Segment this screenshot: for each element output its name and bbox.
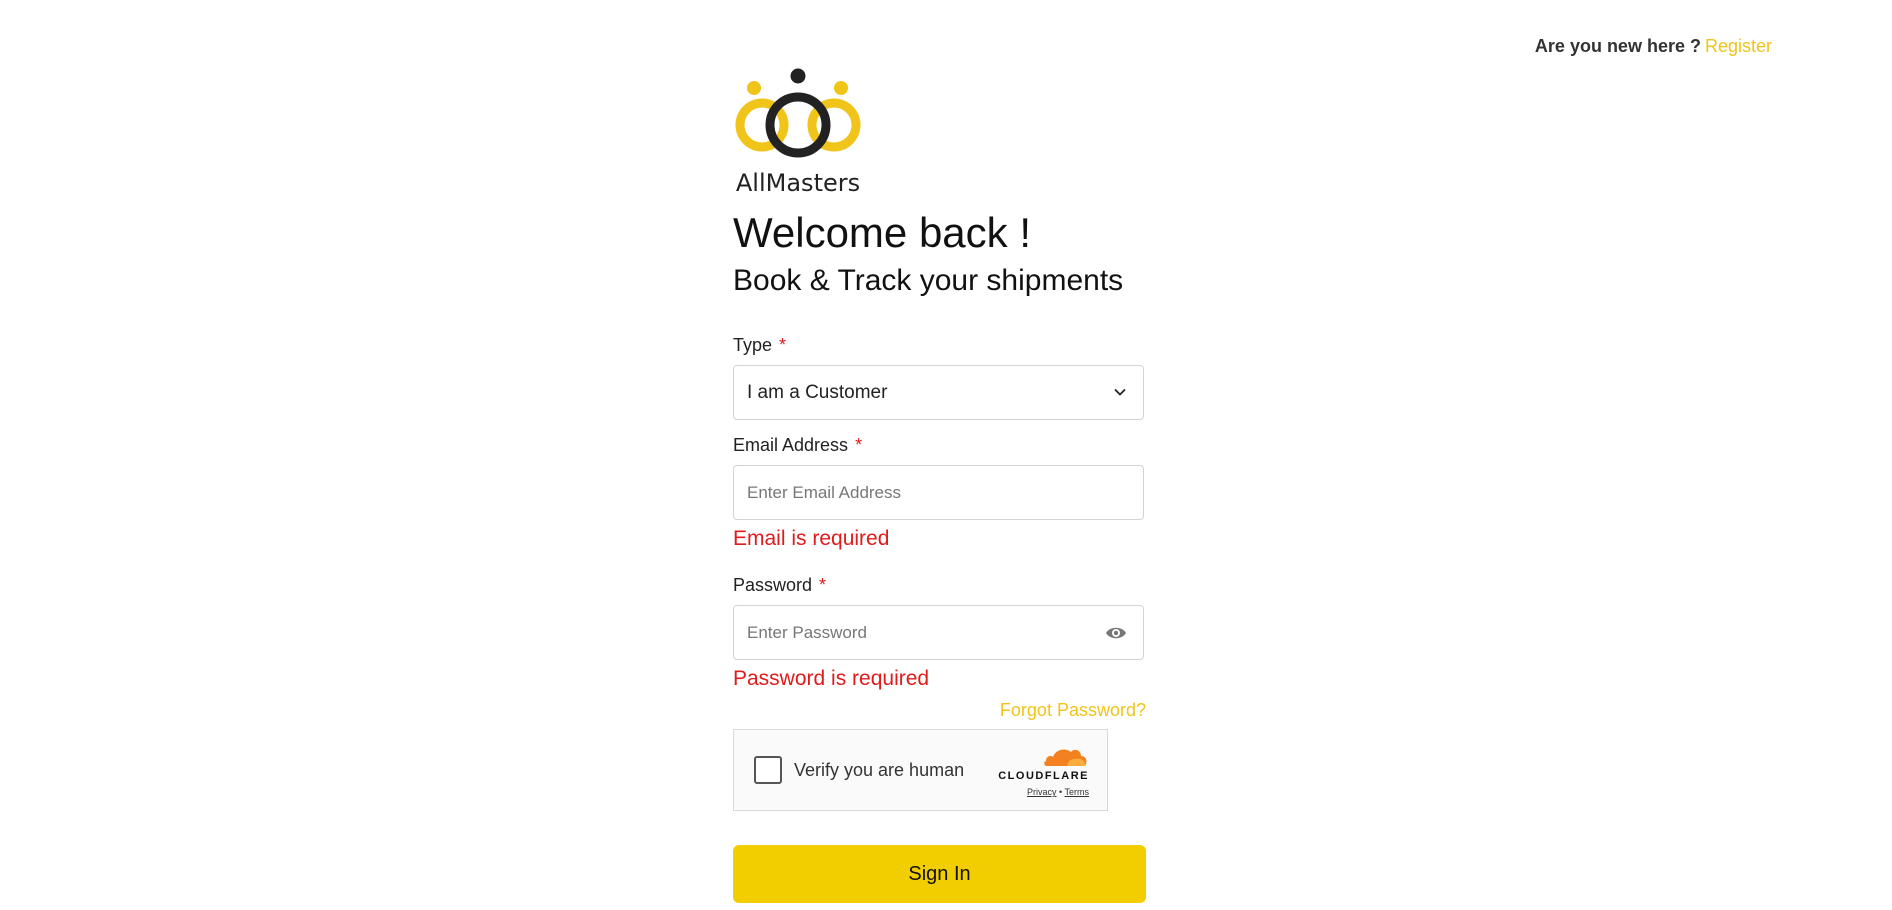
cloudflare-wordmark: CLOUDFLARE [998,770,1089,783]
chevron-down-icon [1114,389,1126,396]
type-label: Type * [733,334,1146,356]
terms-link[interactable]: Terms [1065,787,1090,797]
welcome-heading: Welcome back ! [733,209,1031,256]
email-label: Email Address * [733,434,1146,456]
password-placeholder: Enter Password [747,622,867,642]
captcha-links: Privacy • Terms [993,787,1089,797]
privacy-link[interactable]: Privacy [1027,787,1057,797]
register-link[interactable]: Register [1705,36,1772,56]
email-placeholder: Enter Email Address [747,482,902,502]
password-field[interactable]: Enter Password [733,605,1144,661]
captcha-widget: Verify you are human CLOUDFLARE Privacy … [733,729,1108,812]
cloudflare-badge: CLOUDFLARE Privacy • Terms [993,744,1089,797]
password-label: Password * [733,574,1146,596]
login-page: Are you new here ? Register AllMasters We… [0,0,1892,910]
required-marker: * [819,575,827,596]
email-field[interactable]: Enter Email Address [733,465,1144,521]
eye-icon[interactable] [1105,624,1127,642]
type-label-text: Type [733,335,773,356]
sign-in-button[interactable]: Sign In [733,845,1146,904]
link-separator: • [1059,787,1063,798]
required-marker: * [855,435,863,456]
required-marker: * [779,335,787,356]
cloudflare-cloud-icon [1044,749,1087,767]
type-select[interactable]: I am a Customer [733,365,1144,421]
password-error: Password is required [733,667,930,691]
subtitle: Book & Track your shipments [733,264,1124,298]
password-label-text: Password [733,575,813,596]
email-error: Email is required [733,527,890,551]
captcha-checkbox[interactable] [754,756,782,785]
login-form: AllMasters Welcome back ! Book & Track y… [733,68,1146,904]
brand-name: AllMasters [736,169,860,196]
forgot-password-link[interactable]: Forgot Password? [733,700,1146,721]
register-prompt: Are you new here ? Register [1535,36,1772,57]
new-here-text: Are you new here ? [1534,36,1701,56]
type-selected-value: I am a Customer [747,381,888,403]
allmasters-logo: AllMasters [735,68,861,196]
email-label-text: Email Address [733,435,849,456]
captcha-text: Verify you are human [794,759,965,780]
